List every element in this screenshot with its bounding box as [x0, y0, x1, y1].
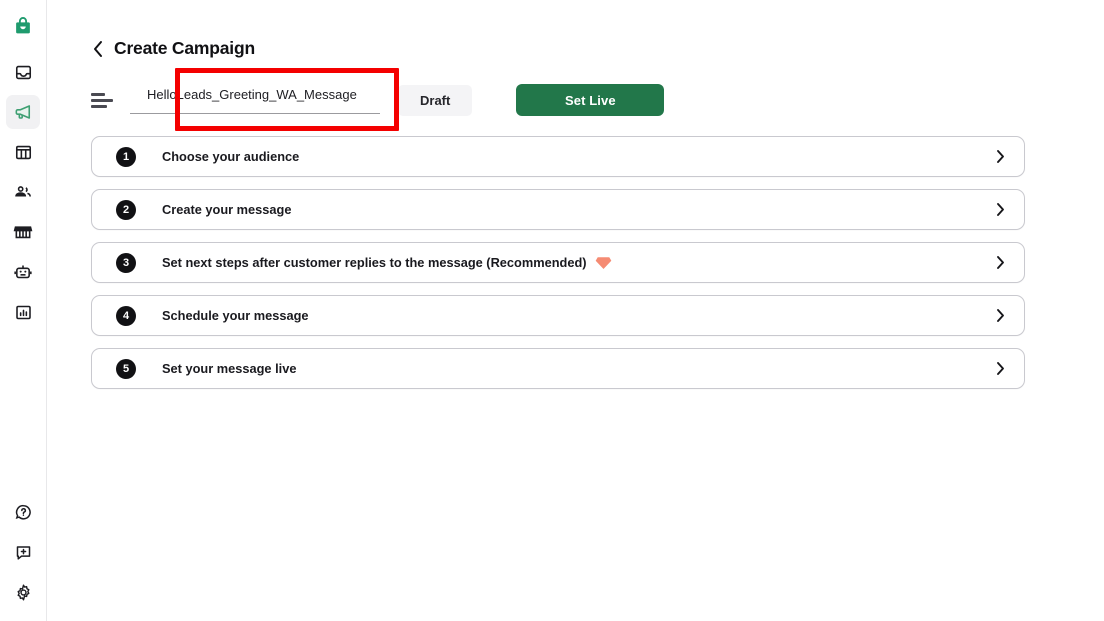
sidebar-item-analytics[interactable] — [6, 295, 40, 329]
sidebar-item-help[interactable] — [7, 495, 41, 529]
main-content: Create Campaign Draft Set Live 1 Choose … — [47, 0, 1104, 621]
campaign-steps-list: 1 Choose your audience 2 Create your mes… — [91, 136, 1025, 401]
chevron-right-icon[interactable] — [992, 361, 1008, 377]
status-badge[interactable]: Draft — [398, 84, 473, 116]
add-note-icon — [14, 543, 33, 562]
users-icon — [13, 182, 33, 202]
sidebar-item-storefront[interactable] — [6, 215, 40, 249]
kanban-board-icon — [14, 143, 33, 162]
step-number-badge: 3 — [116, 252, 136, 273]
sidebar-item-inbox[interactable] — [6, 55, 40, 89]
page-title: Create Campaign — [114, 38, 255, 58]
sidebar-item-bot[interactable] — [6, 255, 40, 289]
campaign-name-field-wrap — [130, 80, 380, 120]
app-root: Create Campaign Draft Set Live 1 Choose … — [0, 0, 1104, 621]
step-card-4[interactable]: 4 Schedule your message — [91, 295, 1025, 336]
step-label: Set your message live — [162, 361, 297, 376]
sidebar-item-logo — [6, 9, 40, 43]
chevron-right-icon[interactable] — [992, 255, 1008, 271]
text-align-icon[interactable] — [91, 89, 113, 111]
help-question-icon — [14, 503, 33, 522]
inbox-icon — [14, 63, 33, 82]
set-live-button[interactable]: Set Live — [516, 84, 665, 116]
sidebar-bottom-group — [0, 495, 47, 615]
chevron-right-icon[interactable] — [992, 149, 1008, 165]
sidebar-item-feedback[interactable] — [7, 535, 41, 569]
sidebar-item-boards[interactable] — [6, 135, 40, 169]
shopping-bag-icon — [12, 15, 34, 37]
campaign-name-row: Draft Set Live — [91, 80, 665, 120]
step-number-badge: 4 — [116, 305, 136, 326]
bar-chart-icon — [14, 303, 33, 322]
campaign-name-input[interactable] — [130, 80, 380, 114]
left-sidebar — [0, 0, 47, 621]
megaphone-icon — [13, 102, 33, 122]
sidebar-top-group — [6, 0, 40, 335]
sidebar-item-campaigns[interactable] — [6, 95, 40, 129]
step-card-5[interactable]: 5 Set your message live — [91, 348, 1025, 389]
back-button[interactable] — [91, 39, 105, 59]
step-card-1[interactable]: 1 Choose your audience — [91, 136, 1025, 177]
step-number-badge: 2 — [116, 199, 136, 220]
step-label: Choose your audience — [162, 149, 300, 164]
step-label: Create your message — [162, 202, 292, 217]
robot-icon — [13, 262, 33, 282]
storefront-icon — [13, 222, 33, 242]
step-label: Set next steps after customer replies to… — [162, 255, 587, 270]
gem-diamond-icon — [595, 255, 612, 271]
gear-icon — [14, 583, 33, 602]
step-card-3[interactable]: 3 Set next steps after customer replies … — [91, 242, 1025, 283]
step-card-2[interactable]: 2 Create your message — [91, 189, 1025, 230]
step-number-badge: 1 — [116, 146, 136, 167]
chevron-right-icon[interactable] — [992, 308, 1008, 324]
sidebar-item-contacts[interactable] — [6, 175, 40, 209]
step-number-badge: 5 — [116, 358, 136, 379]
sidebar-item-settings[interactable] — [7, 575, 41, 609]
chevron-right-icon[interactable] — [992, 202, 1008, 218]
page-header: Create Campaign — [91, 38, 255, 59]
step-label: Schedule your message — [162, 308, 309, 323]
